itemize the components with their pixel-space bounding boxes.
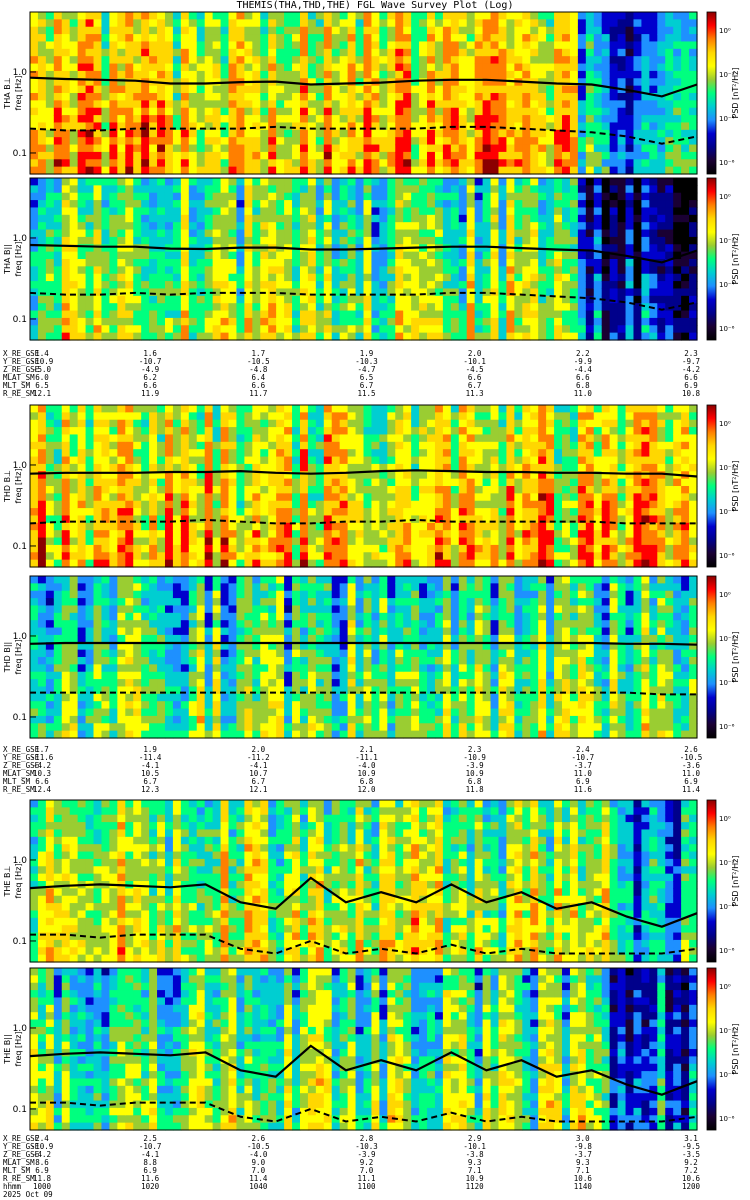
y-tick-label: 0.1 <box>13 149 27 159</box>
ephemeris-value: 11.5 <box>357 389 375 398</box>
y-tick-label: 0.1 <box>13 315 27 325</box>
colorbar-label: PSD [nT²/Hz] <box>731 856 740 907</box>
ephemeris-value: 12.1 <box>249 785 267 794</box>
colorbar-tick-label: 10⁻⁶ <box>719 552 735 560</box>
y-axis-label: freq [Hz] <box>14 469 23 504</box>
colorbar-tick-label: 10⁻⁶ <box>719 325 735 333</box>
colorbar-tick-label: 10⁻⁶ <box>719 159 735 167</box>
colorbar-tick-label: 10⁻⁶ <box>719 723 735 731</box>
colorbar <box>706 11 717 175</box>
colorbar-tick-label: 10⁻⁶ <box>719 947 735 955</box>
y-tick-label: 0.1 <box>13 542 27 552</box>
colorbar-label: PSD [nT²/Hz] <box>731 1024 740 1075</box>
spectrogram-panel-2 <box>29 177 717 341</box>
ephemeris-value: 1140 <box>574 1182 593 1191</box>
spectrogram-panel-6 <box>29 967 717 1131</box>
colorbar <box>706 404 717 568</box>
y-axis-label: freq [Hz] <box>14 640 23 675</box>
ephemeris-value: 11.6 <box>574 785 593 794</box>
y-axis-label: freq [Hz] <box>14 1032 23 1067</box>
colorbar <box>706 177 717 341</box>
ephemeris-value: 1200 <box>682 1182 701 1191</box>
ephemeris-value: 1040 <box>249 1182 268 1191</box>
panel-component-label: THE B⊥ <box>3 865 12 897</box>
ephemeris-value: 11.4 <box>682 785 701 794</box>
ephemeris-value: 12.4 <box>33 785 52 794</box>
y-tick-label: 0.1 <box>13 937 27 947</box>
panel-component-label: THA B⊥ <box>3 77 12 109</box>
colorbar-label: PSD [nT²/Hz] <box>731 461 740 512</box>
colorbar <box>706 575 717 739</box>
colorbar-tick-label: 10⁰ <box>719 193 731 201</box>
ephemeris-value: 11.3 <box>466 389 484 398</box>
panel-component-label: THD B⊥ <box>3 470 12 503</box>
colorbar <box>706 967 717 1131</box>
wave-survey-plot: 1.00.1THA B⊥ freq [Hz]10⁰10⁻²10⁻⁴10⁻⁶PSD … <box>3 11 740 1199</box>
ephemeris-value: 12.1 <box>33 389 51 398</box>
spectrogram-panel-4 <box>29 575 717 739</box>
y-tick-label: 0.1 <box>13 713 27 723</box>
y-axis-label: freq [Hz] <box>14 864 23 899</box>
spectrogram-panel-3 <box>29 404 717 568</box>
y-axis-label: freq [Hz] <box>14 242 23 277</box>
ephemeris-value: 1120 <box>466 1182 485 1191</box>
ephemeris-label: R_RE_SM <box>3 389 35 398</box>
ephemeris-value: 11.7 <box>249 389 267 398</box>
colorbar-tick-label: 10⁰ <box>719 983 731 991</box>
ephemeris-value: 11.0 <box>574 389 593 398</box>
panel-component-label: THD B|| <box>3 642 12 673</box>
ephemeris-value: 11.8 <box>466 785 485 794</box>
y-tick-label: 0.1 <box>13 1105 27 1115</box>
colorbar-label: PSD [nT²/Hz] <box>731 234 740 285</box>
ephemeris-value: 10.8 <box>682 389 701 398</box>
ephemeris-value: 1100 <box>357 1182 376 1191</box>
colorbar-tick-label: 10⁻⁶ <box>719 1115 735 1123</box>
colorbar-tick-label: 10⁰ <box>719 815 731 823</box>
ephemeris-label: 2025 Oct 09 <box>3 1190 53 1199</box>
ephemeris-value: 1020 <box>141 1182 160 1191</box>
spectrogram-panel-1 <box>29 11 717 175</box>
ephemeris-value: 12.0 <box>357 785 376 794</box>
colorbar-tick-label: 10⁰ <box>719 27 731 35</box>
panel-component-label: THA B|| <box>3 244 12 275</box>
ephemeris-label: R_RE_SM <box>3 785 35 794</box>
ephemeris-value: 12.3 <box>141 785 159 794</box>
colorbar-label: PSD [nT²/Hz] <box>731 68 740 119</box>
panel-component-label: THE B|| <box>3 1034 12 1064</box>
colorbar-label: PSD [nT²/Hz] <box>731 632 740 683</box>
ephemeris-value: 11.9 <box>141 389 159 398</box>
y-axis-label: freq [Hz] <box>14 76 23 111</box>
colorbar-tick-label: 10⁰ <box>719 420 731 428</box>
spectrogram-panel-5 <box>29 799 717 963</box>
colorbar-tick-label: 10⁰ <box>719 591 731 599</box>
colorbar <box>706 799 717 963</box>
